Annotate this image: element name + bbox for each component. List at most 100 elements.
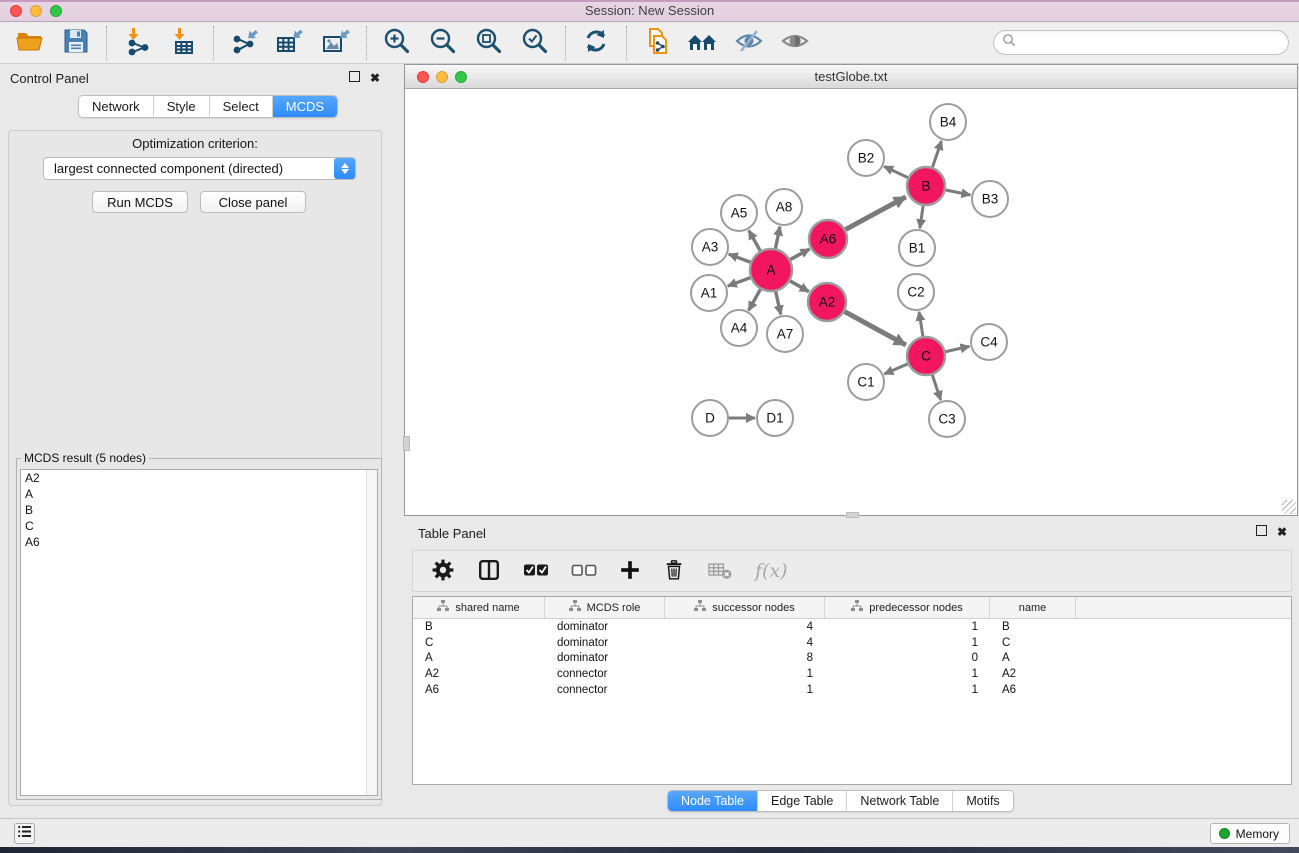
table-settings-button[interactable] xyxy=(431,558,455,585)
graph-node-A2[interactable]: A2 xyxy=(808,283,846,321)
graph-edge-C-C2[interactable] xyxy=(919,312,923,337)
tab-style[interactable]: Style xyxy=(153,96,209,117)
table-cell[interactable]: B xyxy=(990,621,1076,633)
graph-node-A[interactable]: A xyxy=(750,249,792,291)
mcds-result-item[interactable]: B xyxy=(21,502,377,518)
graph-edge-B-B3[interactable] xyxy=(945,190,971,195)
table-cell[interactable]: 1 xyxy=(825,668,990,680)
import-network-button[interactable] xyxy=(121,27,153,59)
delete-table-button[interactable] xyxy=(707,559,733,584)
graph-edge-A6-B[interactable] xyxy=(845,197,906,230)
table-cell[interactable]: dominator xyxy=(545,621,665,633)
tab-network-table[interactable]: Network Table xyxy=(846,791,952,811)
table-row[interactable]: Bdominator41B xyxy=(413,619,1291,635)
first-neighbors-button[interactable] xyxy=(687,27,719,59)
graph-node-C1[interactable]: C1 xyxy=(848,364,884,400)
left-scrollbar-stub[interactable] xyxy=(403,436,410,451)
criterion-select[interactable]: largest connected component (directed) xyxy=(43,157,356,180)
graph-edge-A-A5[interactable] xyxy=(749,230,761,251)
tab-edge-table[interactable]: Edge Table xyxy=(757,791,846,811)
table-row[interactable]: Adominator80A xyxy=(413,651,1291,667)
column-header-shared-name[interactable]: shared name xyxy=(413,597,545,618)
tab-node-table[interactable]: Node Table xyxy=(668,791,757,811)
network-graph[interactable]: AA5A8A3A1A4A7A6A2BB4B2B3B1CC2C4C1C3DD1 xyxy=(405,89,1295,513)
graph-node-A1[interactable]: A1 xyxy=(691,275,727,311)
table-row[interactable]: A6connector11A6 xyxy=(413,682,1291,698)
graph-edge-B-B1[interactable] xyxy=(920,205,923,228)
graph-edge-C-C1[interactable] xyxy=(884,364,908,374)
export-network-button[interactable] xyxy=(228,27,260,59)
graph-node-C3[interactable]: C3 xyxy=(929,401,965,437)
table-cell[interactable]: A6 xyxy=(990,684,1076,696)
close-panel-button[interactable]: Close panel xyxy=(200,191,306,213)
tab-network[interactable]: Network xyxy=(79,96,153,117)
table-cell[interactable]: A xyxy=(413,652,545,664)
graph-node-B[interactable]: B xyxy=(907,167,945,205)
close-table-panel-icon[interactable]: ✖ xyxy=(1277,525,1287,539)
graph-node-A3[interactable]: A3 xyxy=(692,229,728,265)
bottom-scrollbar-stub[interactable] xyxy=(846,512,859,518)
graph-node-B2[interactable]: B2 xyxy=(848,140,884,176)
table-row[interactable]: A2connector11A2 xyxy=(413,666,1291,682)
zoom-in-button[interactable] xyxy=(381,27,413,59)
graph-node-A5[interactable]: A5 xyxy=(721,195,757,231)
save-session-button[interactable] xyxy=(60,27,92,59)
graph-edge-A-A6[interactable] xyxy=(789,249,809,260)
table-cell[interactable]: C xyxy=(990,637,1076,649)
network-canvas[interactable]: AA5A8A3A1A4A7A6A2BB4B2B3B1CC2C4C1C3DD1 xyxy=(405,89,1297,515)
graph-edge-A-A2[interactable] xyxy=(789,280,809,291)
graph-node-D[interactable]: D xyxy=(692,400,728,436)
import-table-button[interactable] xyxy=(167,27,199,59)
column-header-MCDS-role[interactable]: MCDS role xyxy=(545,597,665,618)
table-cell[interactable]: C xyxy=(413,637,545,649)
zoom-fit-button[interactable] xyxy=(473,27,505,59)
hide-selected-button[interactable] xyxy=(733,27,765,59)
table-cell[interactable]: dominator xyxy=(545,637,665,649)
delete-column-button[interactable] xyxy=(663,559,685,584)
float-table-panel-icon[interactable] xyxy=(1256,525,1267,539)
table-cell[interactable]: A2 xyxy=(990,668,1076,680)
network-window-titlebar[interactable]: testGlobe.txt xyxy=(405,65,1297,89)
table-cell[interactable]: 1 xyxy=(665,684,825,696)
graph-node-D1[interactable]: D1 xyxy=(757,400,793,436)
graph-edge-C-C4[interactable] xyxy=(945,346,970,352)
add-column-button[interactable] xyxy=(619,559,641,584)
graph-edge-C-C3[interactable] xyxy=(932,374,941,400)
table-cell[interactable]: dominator xyxy=(545,652,665,664)
table-cell[interactable]: B xyxy=(413,621,545,633)
split-columns-button[interactable] xyxy=(477,558,501,585)
mcds-result-list[interactable]: A2ABCA6 xyxy=(20,469,378,796)
column-header-successor-nodes[interactable]: successor nodes xyxy=(665,597,825,618)
graph-edge-B-B4[interactable] xyxy=(932,141,941,168)
table-cell[interactable]: A xyxy=(990,652,1076,664)
table-cell[interactable]: 8 xyxy=(665,652,825,664)
show-all-button[interactable] xyxy=(779,27,811,59)
table-cell[interactable]: 1 xyxy=(665,668,825,680)
function-builder-button[interactable]: f(x) xyxy=(755,560,788,582)
graph-node-A4[interactable]: A4 xyxy=(721,310,757,346)
table-cell[interactable]: A2 xyxy=(413,668,545,680)
close-panel-icon[interactable]: ✖ xyxy=(370,71,380,85)
search-field[interactable] xyxy=(993,30,1289,55)
graph-node-C4[interactable]: C4 xyxy=(971,324,1007,360)
float-panel-icon[interactable] xyxy=(349,71,360,85)
graph-node-B1[interactable]: B1 xyxy=(899,230,935,266)
zoom-out-button[interactable] xyxy=(427,27,459,59)
graph-node-A7[interactable]: A7 xyxy=(767,316,803,352)
graph-node-C[interactable]: C xyxy=(907,337,945,375)
graph-node-C2[interactable]: C2 xyxy=(898,274,934,310)
table-cell[interactable]: 1 xyxy=(825,637,990,649)
table-cell[interactable]: 4 xyxy=(665,637,825,649)
graph-edge-A-A7[interactable] xyxy=(775,291,780,315)
node-table[interactable]: shared nameMCDS rolesuccessor nodesprede… xyxy=(412,596,1292,785)
column-header-predecessor-nodes[interactable]: predecessor nodes xyxy=(825,597,990,618)
window-resize-grip[interactable] xyxy=(1282,500,1296,514)
table-cell[interactable]: 1 xyxy=(825,684,990,696)
show-panels-button[interactable] xyxy=(14,823,35,844)
select-all-columns-button[interactable] xyxy=(523,562,549,581)
graph-edge-A-A4[interactable] xyxy=(749,288,761,310)
tab-select[interactable]: Select xyxy=(209,96,272,117)
graph-edge-B-B2[interactable] xyxy=(884,166,909,178)
table-cell[interactable]: 1 xyxy=(825,621,990,633)
graph-node-A6[interactable]: A6 xyxy=(809,220,847,258)
